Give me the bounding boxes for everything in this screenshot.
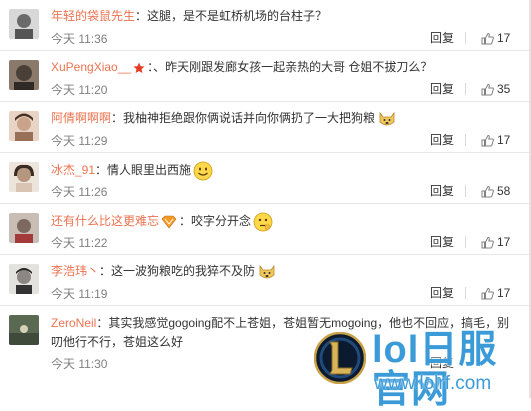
doge-emoji-icon	[259, 264, 275, 279]
comment-text: 这一波狗粮吃的我猝不及防	[111, 264, 256, 279]
comment-time: 今天 11:20	[51, 83, 108, 97]
like-button[interactable]: 17	[481, 132, 510, 148]
star-badge-icon	[133, 62, 145, 73]
comment-text: 、昨天刚跟发廊女孩一起亲热的大哥 仓姐不拔刀么？	[153, 60, 433, 74]
divider	[465, 287, 466, 299]
username-link[interactable]: 还有什么比这更难忘	[51, 214, 159, 228]
comment-text: 咬字分开念	[191, 214, 252, 229]
separator: ：	[99, 264, 112, 279]
comment-time: 今天 11:19	[51, 287, 108, 301]
avatar[interactable]	[9, 162, 39, 192]
avatar[interactable]	[9, 111, 39, 141]
comment-content: 还有什么比这更难忘 ：咬字分开念	[51, 212, 511, 232]
comment-content: 阿倩啊啊啊：我柚神拒绝跟你俩说话并向你俩扔了一大把狗粮	[51, 110, 511, 128]
separator: ：	[135, 9, 148, 23]
like-button[interactable]: 35	[481, 81, 510, 97]
avatar[interactable]	[9, 9, 39, 39]
smile-emoji-icon	[193, 161, 213, 181]
comment-content: XuPengXiao__ ：、昨天刚跟发廊女孩一起亲热的大哥 仓姐不拔刀么？	[51, 59, 511, 75]
thumbs-up-icon	[481, 32, 494, 44]
comment-row: 还有什么比这更难忘 ：咬字分开念 今天 11:22 回复 17	[0, 204, 531, 255]
username-link[interactable]: 冰杰_91	[51, 163, 95, 177]
reply-button[interactable]: 回复	[430, 132, 454, 148]
like-button[interactable]: 17	[481, 285, 510, 301]
thumbs-up-icon	[481, 287, 494, 299]
comment-time: 今天 11:22	[51, 236, 108, 250]
username-link[interactable]: 阿倩啊啊啊	[51, 111, 111, 125]
separator: ：	[179, 214, 192, 229]
username-link[interactable]: 年轻的袋鼠先生	[51, 9, 135, 23]
comment-time: 今天 11:36	[51, 32, 108, 46]
comment-content: 李浩玮丶：这一波狗粮吃的我猝不及防	[51, 263, 511, 281]
like-button[interactable]: 58	[481, 183, 510, 199]
reply-button[interactable]: 回复	[430, 285, 454, 301]
comment-time: 今天 11:29	[51, 134, 108, 148]
avatar[interactable]	[9, 213, 39, 243]
avatar[interactable]	[9, 60, 39, 90]
divider	[465, 185, 466, 197]
like-count: 17	[497, 133, 511, 147]
like-count: 17	[497, 286, 511, 300]
comment-content: 年轻的袋鼠先生：这腿，是不是虹桥机场的台柱子？	[51, 8, 511, 24]
separator: ：	[96, 316, 109, 330]
comment-text: 我柚神拒绝跟你俩说话并向你俩扔了一大把狗粮	[123, 111, 376, 126]
like-count: 35	[497, 82, 511, 96]
avatar[interactable]	[9, 315, 39, 345]
avatar[interactable]	[9, 264, 39, 294]
comment-row: 阿倩啊啊啊：我柚神拒绝跟你俩说话并向你俩扔了一大把狗粮 今天 11:29 回复 …	[0, 102, 531, 153]
separator: ：	[111, 111, 124, 126]
comment-row: XuPengXiao__ ：、昨天刚跟发廊女孩一起亲热的大哥 仓姐不拔刀么？ 今天…	[0, 51, 531, 102]
reply-button[interactable]: 回复	[430, 234, 454, 250]
thumbs-up-icon	[481, 236, 494, 248]
like-count: 58	[497, 184, 511, 198]
reply-button[interactable]: 回复	[430, 81, 454, 97]
thumbs-up-icon	[481, 134, 494, 146]
watermark-url: www.lolrf.com	[374, 373, 492, 394]
divider	[465, 83, 466, 95]
like-count: 17	[497, 235, 511, 249]
lol-logo-icon	[314, 332, 366, 384]
username-link[interactable]: ZeroNeil	[51, 316, 96, 330]
comment-content: 冰杰_91：情人眼里出西施	[51, 161, 511, 181]
divider	[465, 32, 466, 44]
comment-text: 情人眼里出西施	[107, 163, 192, 178]
comment-time: 今天 11:26	[51, 185, 108, 199]
thinking-emoji-icon	[253, 212, 273, 232]
separator: ：	[95, 163, 108, 178]
like-count: 17	[497, 31, 511, 45]
divider	[465, 134, 466, 146]
watermark-title: lol日服官网	[372, 329, 498, 411]
username-link[interactable]: 李浩玮丶	[51, 264, 99, 278]
reply-button[interactable]: 回复	[430, 183, 454, 199]
comment-text: 这腿，是不是虹桥机场的台柱子？	[147, 9, 328, 23]
reply-button[interactable]: 回复	[430, 30, 454, 46]
divider	[465, 236, 466, 248]
thumbs-up-icon	[481, 185, 494, 197]
comment-row: 冰杰_91：情人眼里出西施 今天 11:26 回复 58	[0, 153, 531, 204]
username-link[interactable]: XuPengXiao__	[51, 60, 131, 74]
vip-badge-icon	[161, 215, 177, 229]
like-button[interactable]: 17	[481, 30, 510, 46]
comment-time: 今天 11:30	[51, 357, 108, 371]
comment-row: 李浩玮丶：这一波狗粮吃的我猝不及防 今天 11:19 回复 17	[0, 255, 531, 306]
doge-emoji-icon	[379, 111, 395, 126]
comment-row: 年轻的袋鼠先生：这腿，是不是虹桥机场的台柱子？ 今天 11:36 回复 17	[0, 0, 531, 51]
like-button[interactable]: 17	[481, 234, 510, 250]
thumbs-up-icon	[481, 83, 494, 95]
